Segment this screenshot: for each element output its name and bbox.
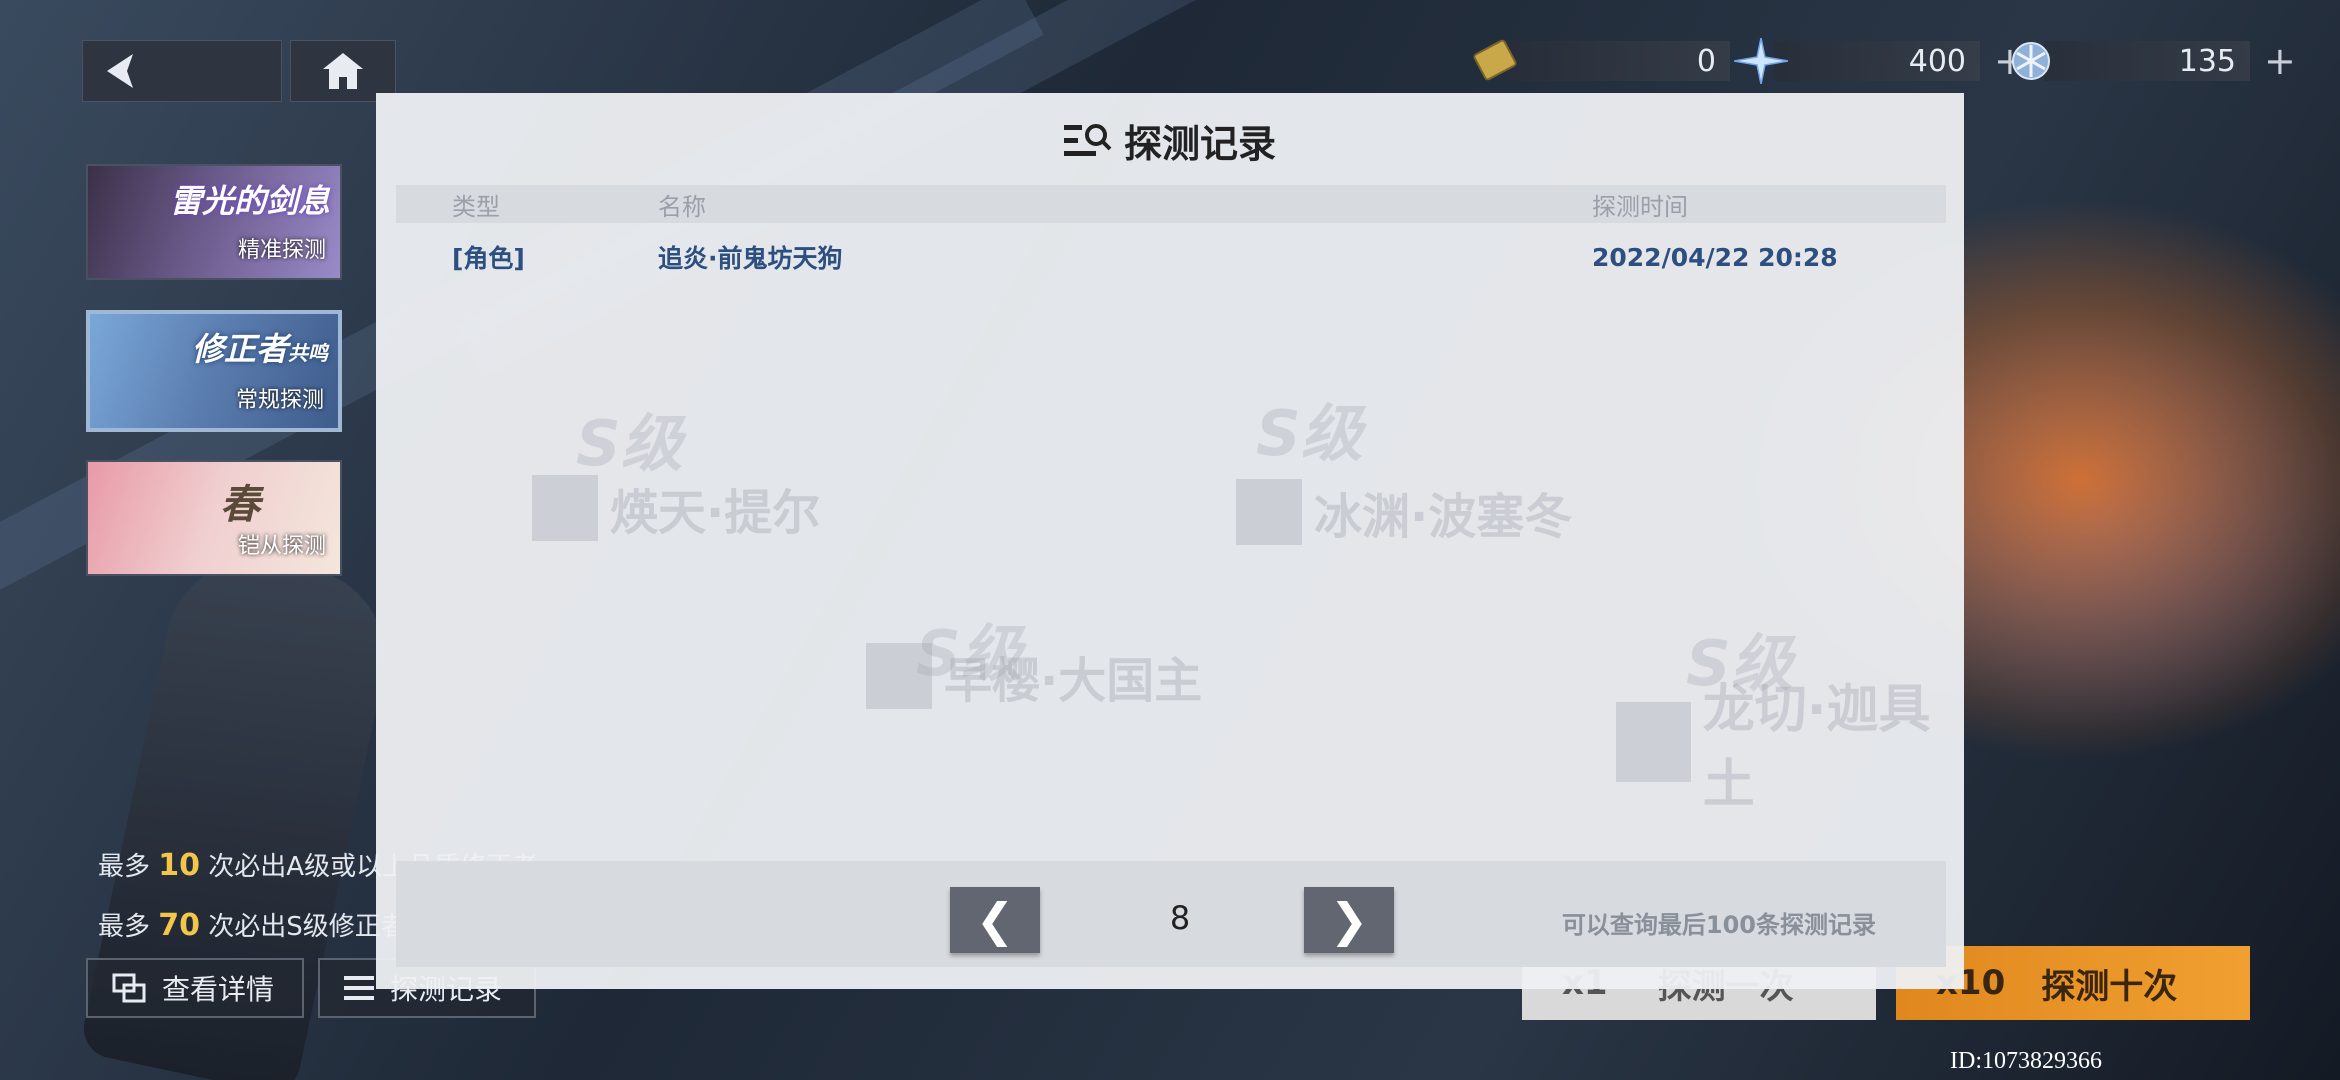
currency-ticket: 0 [1468,38,1730,84]
banner-title: 雷光的剑息 [169,182,330,220]
banner-subtitle: 精准探测 [237,238,326,263]
dialog-title: 探测记录 [376,113,1964,168]
snowflake-icon [2012,42,2050,80]
row-type: [角色] [452,244,525,273]
detection-record-dialog: S级 煐天·提尔 S级 冰渊·波塞冬 S级 早樱·大国主 S级 龙切·迦具土 探… [376,93,1964,989]
column-time: 探测时间 [1592,192,1688,221]
banner-title-tag: 共鸣 [288,341,328,365]
row-name: 追炎·前鬼坊天狗 [658,244,843,273]
column-type: 类型 [452,192,500,221]
user-id: ID:1073829366 [1950,1048,2102,1074]
watermark-character: 早樱·大国主 [866,641,1202,711]
watermark-character: 冰渊·波塞冬 [1236,477,1572,547]
row-time: 2022/04/22 20:28 [1592,242,1838,272]
crystal-count: 400 [1908,43,1966,79]
banner-subtitle: 铠从探测 [237,534,326,559]
banner-title: 春 [220,482,260,528]
pagination-bar: ❮ 8 ❯ 可以查询最后100条探测记录 [396,861,1946,967]
watermark-level: S级 [576,407,683,480]
list-icon [344,976,374,1000]
view-details-label: 查看详情 [162,973,275,1006]
home-icon [323,53,363,89]
back-button[interactable] [82,40,282,102]
banner-subtitle: 常规探测 [235,388,324,413]
currency-crystal: 400 + [1734,38,2026,84]
watermark-level: S级 [1256,397,1363,470]
dialog-title-text: 探测记录 [1123,122,1276,166]
banner-title: 修正者 [191,330,288,368]
next-page-button[interactable]: ❯ [1304,887,1394,953]
prev-page-button[interactable]: ❮ [950,887,1040,953]
watermark-character: 煐天·提尔 [532,473,820,543]
page-number: 8 [1169,899,1191,937]
back-arrow-icon [107,54,133,88]
view-details-button[interactable]: 查看详情 [86,958,304,1018]
guarantee-s-rank: 最多 70 次必出S级修正者 [98,908,407,943]
draw-ten-label: 探测十次 [2041,966,2178,1007]
add-snowflake-button[interactable]: + [2264,39,2296,83]
crystal-icon [1734,38,1788,84]
snowflake-count: 135 [2178,43,2236,79]
table-row: [角色] 追炎·前鬼坊天狗 2022/04/22 20:28 [396,233,1946,281]
banner-spring[interactable]: 春 铠从探测 [86,460,342,576]
details-icon [112,973,146,1003]
ticket-count: 0 [1696,43,1716,79]
column-name: 名称 [658,192,706,221]
currency-snowflake: 135 + [2004,38,2296,84]
watermark-character: 龙切·迦具土 [1616,667,1964,817]
banner-thunder-sword[interactable]: 雷光的剑息 精准探测 [86,164,342,280]
banner-standard[interactable]: 修正者共鸣 常规探测 [86,310,342,432]
ticket-icon [1473,39,1517,81]
record-search-icon [1063,123,1112,156]
record-limit-note: 可以查询最后100条探测记录 [1561,911,1876,939]
table-header: 类型 名称 探测时间 [396,185,1946,223]
